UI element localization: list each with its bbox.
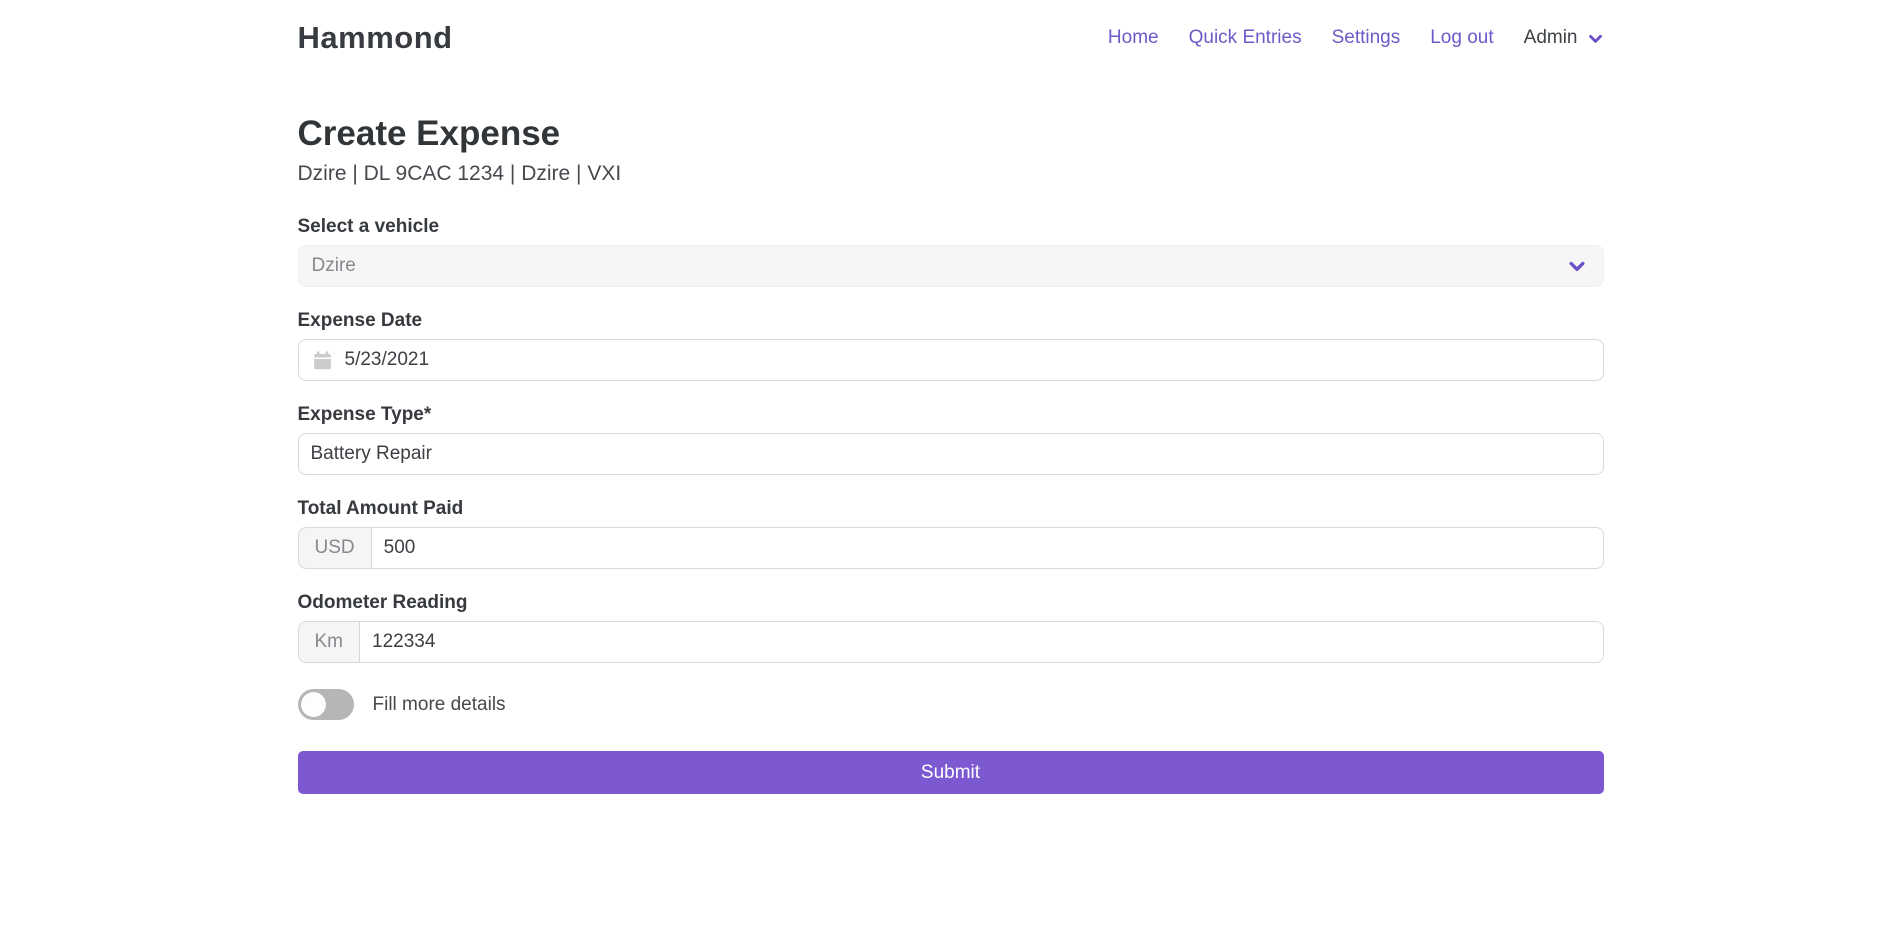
expense-date-label: Expense Date [298,310,1604,332]
unit-addon: Km [299,622,361,662]
admin-menu-label: Admin [1524,27,1578,49]
total-amount-input[interactable] [372,528,1603,568]
vehicle-summary: Dzire | DL 9CAC 1234 | Dzire | VXI [298,162,1604,186]
odometer-label: Odometer Reading [298,592,1604,614]
nav-link-settings[interactable]: Settings [1332,27,1401,49]
total-amount-group: Total Amount Paid USD [298,498,1604,569]
toggle-knob [300,691,327,718]
top-nav: Hammond Home Quick Entries Settings Log … [0,0,1901,56]
expense-type-group: Expense Type* [298,404,1604,475]
fill-more-details-toggle[interactable] [298,689,354,720]
vehicle-select-value: Dzire [312,255,356,277]
submit-button[interactable]: Submit [298,751,1604,794]
odometer-input[interactable] [360,622,1603,662]
expense-date-group: Expense Date [298,310,1604,381]
nav-link-quick-entries[interactable]: Quick Entries [1189,27,1302,49]
vehicle-select-label: Select a vehicle [298,216,1604,238]
total-amount-control: USD [298,527,1604,569]
fill-more-details-label: Fill more details [373,694,506,716]
page-title: Create Expense [298,114,1604,154]
expense-date-control [298,339,1604,381]
nav-link-home[interactable]: Home [1108,27,1159,49]
chevron-down-icon [1587,30,1604,47]
expense-type-input[interactable] [299,434,1603,474]
brand-logo[interactable]: Hammond [298,20,453,56]
vehicle-select[interactable]: Dzire [298,245,1604,287]
vehicle-select-group: Select a vehicle Dzire [298,216,1604,287]
expense-date-input[interactable] [333,340,1603,380]
main-nav: Home Quick Entries Settings Log out Admi… [1108,27,1604,49]
expense-type-control [298,433,1604,475]
total-amount-label: Total Amount Paid [298,498,1604,520]
calendar-icon [299,350,333,371]
odometer-group: Odometer Reading Km [298,592,1604,663]
create-expense-form: Create Expense Dzire | DL 9CAC 1234 | Dz… [298,114,1604,794]
admin-menu[interactable]: Admin [1524,27,1604,49]
chevron-down-icon [1567,256,1587,276]
nav-link-logout[interactable]: Log out [1430,27,1493,49]
odometer-control: Km [298,621,1604,663]
expense-type-label: Expense Type* [298,404,1604,426]
currency-addon: USD [299,528,372,568]
fill-more-details-row: Fill more details [298,689,1604,720]
